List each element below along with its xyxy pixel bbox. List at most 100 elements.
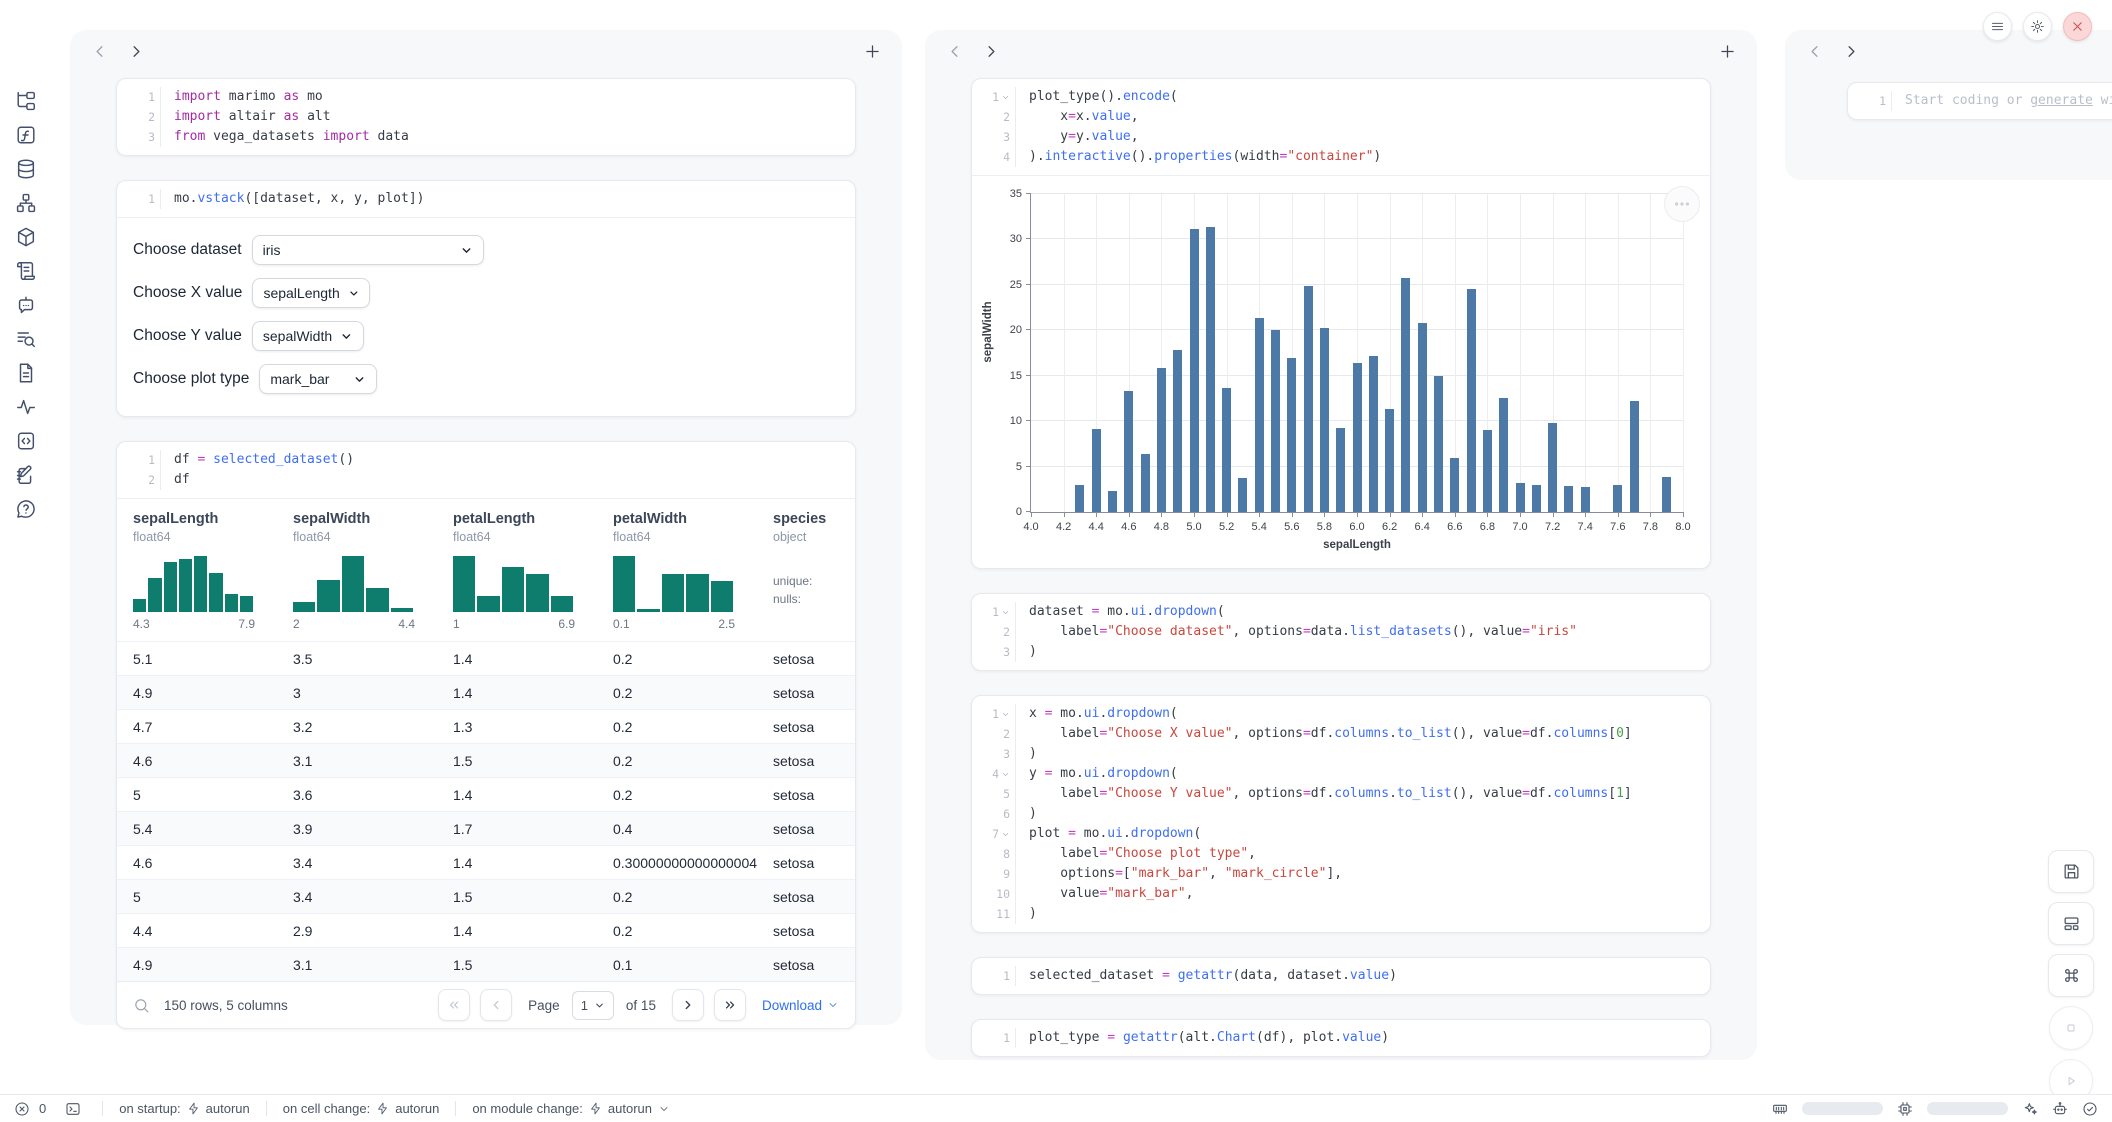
file-text-icon[interactable] [15,362,37,384]
next-page-button[interactable] [672,989,704,1021]
fold-caret-icon[interactable] [1001,830,1010,839]
code-token: interactive [1045,149,1131,164]
package-icon[interactable] [15,226,37,248]
chart-bar [1662,477,1671,512]
column-prev-button[interactable] [90,42,109,61]
column-next-button[interactable] [127,42,146,61]
column-header-petalLength[interactable]: petalLengthfloat6416.9 [453,511,613,641]
keyboard-shortcuts-button[interactable] [2048,954,2094,997]
connection-status-icon[interactable] [2082,1101,2098,1117]
table-row[interactable]: 4.42.91.40.2setosa [117,913,855,947]
snippets-icon[interactable] [15,430,37,452]
code-token: to_list [1397,786,1452,801]
generate-link[interactable]: generate [2030,93,2093,108]
line-number: 1 [148,192,155,206]
last-page-button[interactable] [714,989,746,1021]
code-cell[interactable]: 1df = selected_dataset()2dfsepalLengthfl… [116,441,856,1029]
on-module-change-config[interactable]: on module change: autorun [472,1101,670,1116]
code-token: to_list [1397,726,1452,741]
table-row[interactable]: 4.73.21.30.2setosa [117,709,855,743]
stop-button[interactable] [2049,1006,2093,1050]
code-cell[interactable]: 1mo.vstack([dataset, x, y, plot])Choose … [116,180,856,417]
bot-chat-icon[interactable] [15,294,37,316]
fold-caret-icon[interactable] [1001,608,1010,617]
errors-icon[interactable] [14,1101,30,1117]
code-cell[interactable]: 1plot_type().encode(2 x=x.value,3 y=y.va… [971,78,1711,569]
code-cell[interactable]: 1x = mo.ui.dropdown(2 label="Choose X va… [971,695,1711,933]
search-icon[interactable] [133,997,150,1014]
table-cell: 0.30000000000000004 [613,855,773,871]
scratchpad-icon[interactable] [15,464,37,486]
add-column-button[interactable] [863,42,882,61]
column-header-sepalLength[interactable]: sepalLengthfloat644.37.9 [133,511,293,641]
column-next-button[interactable] [1842,42,1861,61]
column-prev-button[interactable] [1805,42,1824,61]
table-cell: 0.4 [613,821,773,837]
prev-page-button[interactable] [480,989,512,1021]
code-token: = [1522,624,1530,639]
page-select[interactable]: 1 [572,991,614,1020]
file-tree-icon[interactable] [15,90,37,112]
histogram-bar [613,556,635,612]
first-page-button[interactable] [438,989,470,1021]
dropdown-choose-x-value[interactable]: sepalLength [252,278,370,308]
table-row[interactable]: 5.43.91.70.4setosa [117,811,855,845]
on-cell-change-config[interactable]: on cell change: autorun [283,1101,440,1116]
status-bar: 0 on startup: autorun on cell change: au… [0,1094,2112,1122]
code-placeholder[interactable]: Start coding or generate with AI [1892,91,2112,111]
column-header-petalWidth[interactable]: petalWidthfloat640.12.5 [613,511,773,641]
column-prev-button[interactable] [945,42,964,61]
fold-caret-icon[interactable] [1001,770,1010,779]
plot-area[interactable]: 051015202530354.04.24.44.64.85.05.25.45.… [1030,194,1683,513]
column-dtype: object [773,530,855,544]
table-cell: 3.1 [293,753,453,769]
column-histogram [613,556,733,612]
download-button[interactable]: Download [762,998,839,1013]
code-cell[interactable]: 1dataset = mo.ui.dropdown(2 label="Choos… [971,593,1711,671]
dropdown-choose-y-value[interactable]: sepalWidth [252,321,364,351]
close-button[interactable] [2063,12,2092,41]
dependency-graph-icon[interactable] [15,192,37,214]
column-header-sepalWidth[interactable]: sepalWidthfloat6424.4 [293,511,453,641]
activity-icon[interactable] [15,396,37,418]
dropdown-choose-dataset[interactable]: iris [252,235,484,265]
settings-button[interactable] [2023,12,2052,41]
terminal-icon[interactable] [65,1101,81,1117]
database-icon[interactable] [15,158,37,180]
bot-icon[interactable] [2052,1101,2068,1117]
line-number: 11 [996,907,1010,921]
y-tick-label: 35 [1010,188,1022,200]
layout-button[interactable] [2048,902,2094,945]
text-search-icon[interactable] [15,328,37,350]
column-next-button[interactable] [982,42,1001,61]
menu-button[interactable] [1983,12,2012,41]
chart-bar [1581,487,1590,512]
add-column-button[interactable] [1718,42,1737,61]
code-cell[interactable]: 1plot_type = getattr(alt.Chart(df), plot… [971,1019,1711,1057]
fold-caret-icon[interactable] [1001,93,1010,102]
function-square-icon[interactable] [15,124,37,146]
scroll-text-icon[interactable] [15,260,37,282]
table-row[interactable]: 4.63.41.40.30000000000000004setosa [117,845,855,879]
code-cell[interactable]: 1selected_dataset = getattr(data, datase… [971,957,1711,995]
table-row[interactable]: 4.63.11.50.2setosa [117,743,855,777]
table-row[interactable]: 4.93.11.50.1setosa [117,947,855,981]
chart-menu-button[interactable] [1664,186,1700,222]
table-row[interactable]: 53.41.50.2setosa [117,879,855,913]
save-button[interactable] [2048,850,2094,893]
column-header-species[interactable]: speciesobjectunique:nulls: [773,511,855,641]
cpu-meter[interactable] [1927,1102,2008,1115]
fold-caret-icon[interactable] [1001,710,1010,719]
ram-meter[interactable] [1802,1102,1883,1115]
table-row[interactable]: 53.61.40.2setosa [117,777,855,811]
on-startup-config[interactable]: on startup: autorun [119,1101,250,1116]
dropdown-choose-plot-type[interactable]: mark_bar [259,364,377,394]
x-tick-label: 4.2 [1056,521,1071,533]
table-row[interactable]: 5.13.51.40.2setosa [117,641,855,675]
empty-code-cell[interactable]: 1 Start coding or generate with AI [1847,82,2112,120]
ai-sparkles-icon[interactable] [2022,1101,2038,1117]
table-row[interactable]: 4.931.40.2setosa [117,675,855,709]
dropdown-value: sepalWidth [263,328,332,344]
help-bubble-icon[interactable] [15,498,37,520]
code-cell[interactable]: 1import marimo as mo2import altair as al… [116,78,856,156]
